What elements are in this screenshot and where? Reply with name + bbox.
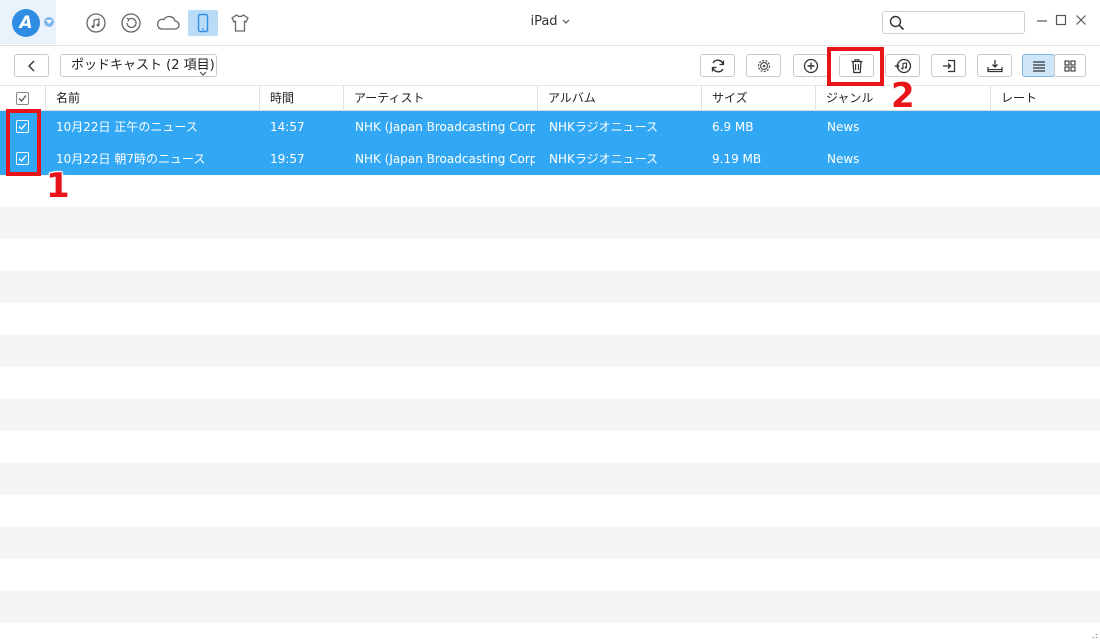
- step1-highlight: [6, 109, 41, 176]
- title-bar: A iPad: [0, 0, 1100, 46]
- settings-icon: [757, 59, 770, 72]
- step1-label: 1: [45, 165, 70, 207]
- anytrans-logo-icon: A: [12, 9, 40, 37]
- category-label: ポッドキャスト (2 項目): [71, 58, 215, 73]
- to-itunes-icon: [894, 58, 911, 73]
- nav-shirt[interactable]: [225, 10, 255, 36]
- search-icon: [889, 15, 905, 31]
- empty-row: [0, 463, 1100, 495]
- chevron-down-icon: [562, 14, 570, 29]
- podcast-table: 名前 時間 アーティスト アルバム サイズ ジャンル レート 10月22日 正午…: [0, 86, 1100, 640]
- nav-restore[interactable]: [116, 10, 146, 36]
- empty-row: [0, 175, 1100, 207]
- back-button[interactable]: [14, 54, 49, 77]
- empty-row: [0, 399, 1100, 431]
- empty-row: [0, 335, 1100, 367]
- step2-highlight: [827, 47, 884, 86]
- shirt-icon: [231, 14, 249, 32]
- cell-time: 14:57: [270, 120, 305, 134]
- empty-row: [0, 239, 1100, 271]
- resize-grip-icon: [1092, 633, 1098, 639]
- empty-row: [0, 495, 1100, 527]
- column-header-size[interactable]: サイズ: [702, 86, 816, 111]
- table-body: 10月22日 正午のニュース 14:57 NHK (Japan Broadcas…: [0, 111, 1100, 640]
- empty-row: [0, 431, 1100, 463]
- chevron-left-icon: [27, 60, 34, 71]
- cell-rate: [1001, 143, 1096, 175]
- cell-album: NHKラジオニュース: [549, 120, 659, 134]
- nav-device[interactable]: [188, 10, 218, 36]
- empty-row: [0, 527, 1100, 559]
- chevron-down-icon: [44, 17, 54, 27]
- nav-icloud[interactable]: [153, 10, 183, 36]
- device-name: iPad: [530, 14, 558, 29]
- add-icon: [803, 58, 818, 73]
- cell-rate: [1001, 111, 1096, 143]
- maximize-icon: [1055, 14, 1067, 26]
- app-logo-menu[interactable]: A: [0, 0, 56, 44]
- export-icon: [942, 59, 955, 72]
- close-icon: [1076, 15, 1086, 25]
- to-itunes-button[interactable]: [885, 54, 920, 77]
- icloud-icon: [156, 15, 180, 30]
- add-button[interactable]: [793, 54, 828, 77]
- music-icon: [86, 13, 106, 33]
- list-view-button[interactable]: [1022, 54, 1055, 77]
- column-header-name[interactable]: 名前: [46, 86, 260, 111]
- minimize-icon: [1037, 20, 1047, 22]
- empty-row: [0, 367, 1100, 399]
- select-all-cell: [0, 86, 46, 111]
- column-header-time[interactable]: 時間: [260, 86, 344, 111]
- grid-view-icon: [1064, 59, 1076, 72]
- empty-row: [0, 623, 1100, 640]
- search-box[interactable]: [882, 11, 1025, 34]
- empty-row: [0, 591, 1100, 623]
- refresh-button[interactable]: [700, 54, 735, 77]
- toolbar: ポッドキャスト (2 項目): [0, 46, 1100, 86]
- download-to-device-icon: [986, 59, 1003, 72]
- table-row[interactable]: 10月22日 正午のニュース 14:57 NHK (Japan Broadcas…: [0, 111, 1100, 143]
- grid-view-button[interactable]: [1054, 54, 1086, 77]
- empty-row: [0, 271, 1100, 303]
- cell-time: 19:57: [270, 152, 305, 166]
- checkmark-icon: [18, 95, 27, 102]
- step2-label: 2: [890, 75, 915, 117]
- cell-size: 9.19 MB: [712, 152, 762, 166]
- to-device-button[interactable]: [977, 54, 1012, 77]
- refresh-icon: [711, 59, 724, 72]
- column-header-artist[interactable]: アーティスト: [344, 86, 538, 111]
- close-button[interactable]: [1075, 14, 1089, 28]
- nav-music[interactable]: [81, 10, 111, 36]
- empty-row: [0, 559, 1100, 591]
- resize-grip[interactable]: [1088, 628, 1098, 639]
- cell-name: 10月22日 朝7時のニュース: [56, 152, 206, 166]
- search-input[interactable]: [909, 14, 1019, 31]
- table-header: 名前 時間 アーティスト アルバム サイズ ジャンル レート: [0, 86, 1100, 111]
- column-header-rate[interactable]: レート: [991, 86, 1100, 111]
- minimize-button[interactable]: [1036, 14, 1050, 28]
- to-computer-button[interactable]: [931, 54, 966, 77]
- table-row[interactable]: 10月22日 朝7時のニュース 19:57 NHK (Japan Broadca…: [0, 143, 1100, 175]
- select-all-checkbox[interactable]: [16, 92, 29, 105]
- empty-row: [0, 303, 1100, 335]
- cell-name: 10月22日 正午のニュース: [56, 120, 198, 134]
- cell-artist: NHK (Japan Broadcasting Corp...: [355, 120, 535, 134]
- settings-button[interactable]: [746, 54, 781, 77]
- list-view-icon: [1032, 60, 1045, 72]
- cell-genre: News: [827, 152, 860, 166]
- cell-artist: NHK (Japan Broadcasting Corp...: [355, 152, 535, 166]
- device-icon: [197, 13, 209, 33]
- column-header-album[interactable]: アルバム: [538, 86, 702, 111]
- restore-icon: [121, 13, 141, 33]
- cell-album: NHKラジオニュース: [549, 152, 659, 166]
- category-dropdown[interactable]: ポッドキャスト (2 項目): [60, 54, 217, 77]
- chevron-down-icon: [199, 63, 207, 84]
- maximize-button[interactable]: [1055, 14, 1069, 28]
- cell-size: 6.9 MB: [712, 120, 754, 134]
- empty-row: [0, 207, 1100, 239]
- device-selector[interactable]: iPad: [500, 14, 600, 29]
